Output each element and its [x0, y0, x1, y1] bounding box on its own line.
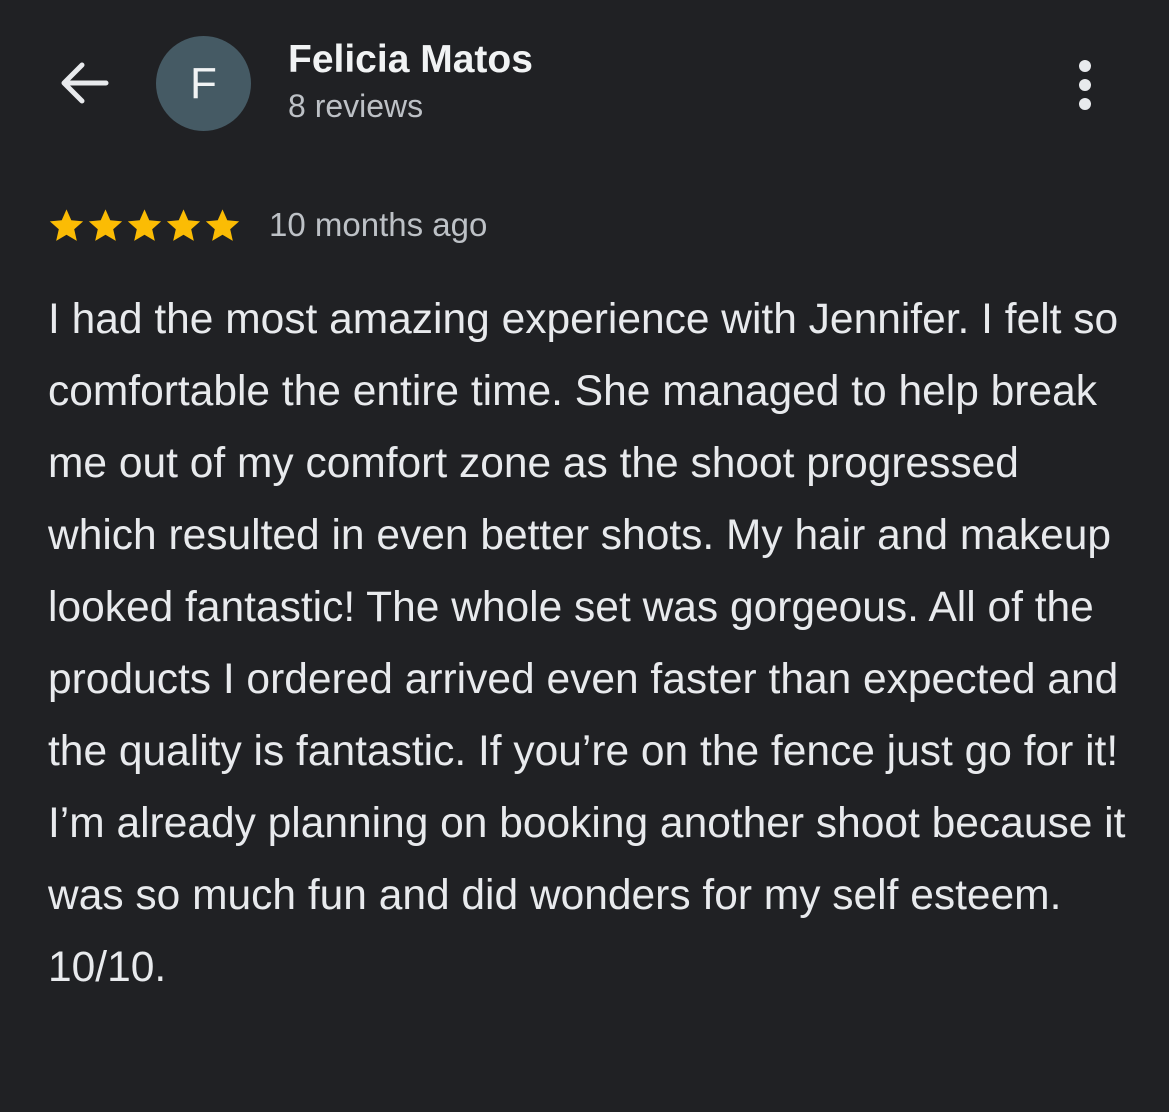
- star-icon: [166, 208, 201, 241]
- review-header: F Felicia Matos 8 reviews: [0, 0, 1169, 170]
- star-icon: [88, 208, 123, 241]
- more-vertical-icon: [1079, 60, 1091, 110]
- star-icon: [205, 208, 240, 241]
- review-body: I had the most amazing experience with J…: [48, 296, 1126, 991]
- review-count: 8 reviews: [288, 88, 424, 124]
- avatar-letter: F: [190, 58, 217, 108]
- rating-row: 10 months ago: [48, 200, 487, 250]
- arrow-left-icon: [61, 62, 109, 104]
- star-rating: [48, 207, 241, 244]
- more-options-button[interactable]: [1060, 50, 1110, 120]
- review-date: 10 months ago: [269, 206, 488, 243]
- star-icon: [49, 208, 84, 241]
- back-button[interactable]: [48, 52, 120, 114]
- avatar[interactable]: F: [156, 36, 251, 131]
- star-icon: [127, 208, 162, 241]
- reviewer-name[interactable]: Felicia Matos: [288, 38, 533, 82]
